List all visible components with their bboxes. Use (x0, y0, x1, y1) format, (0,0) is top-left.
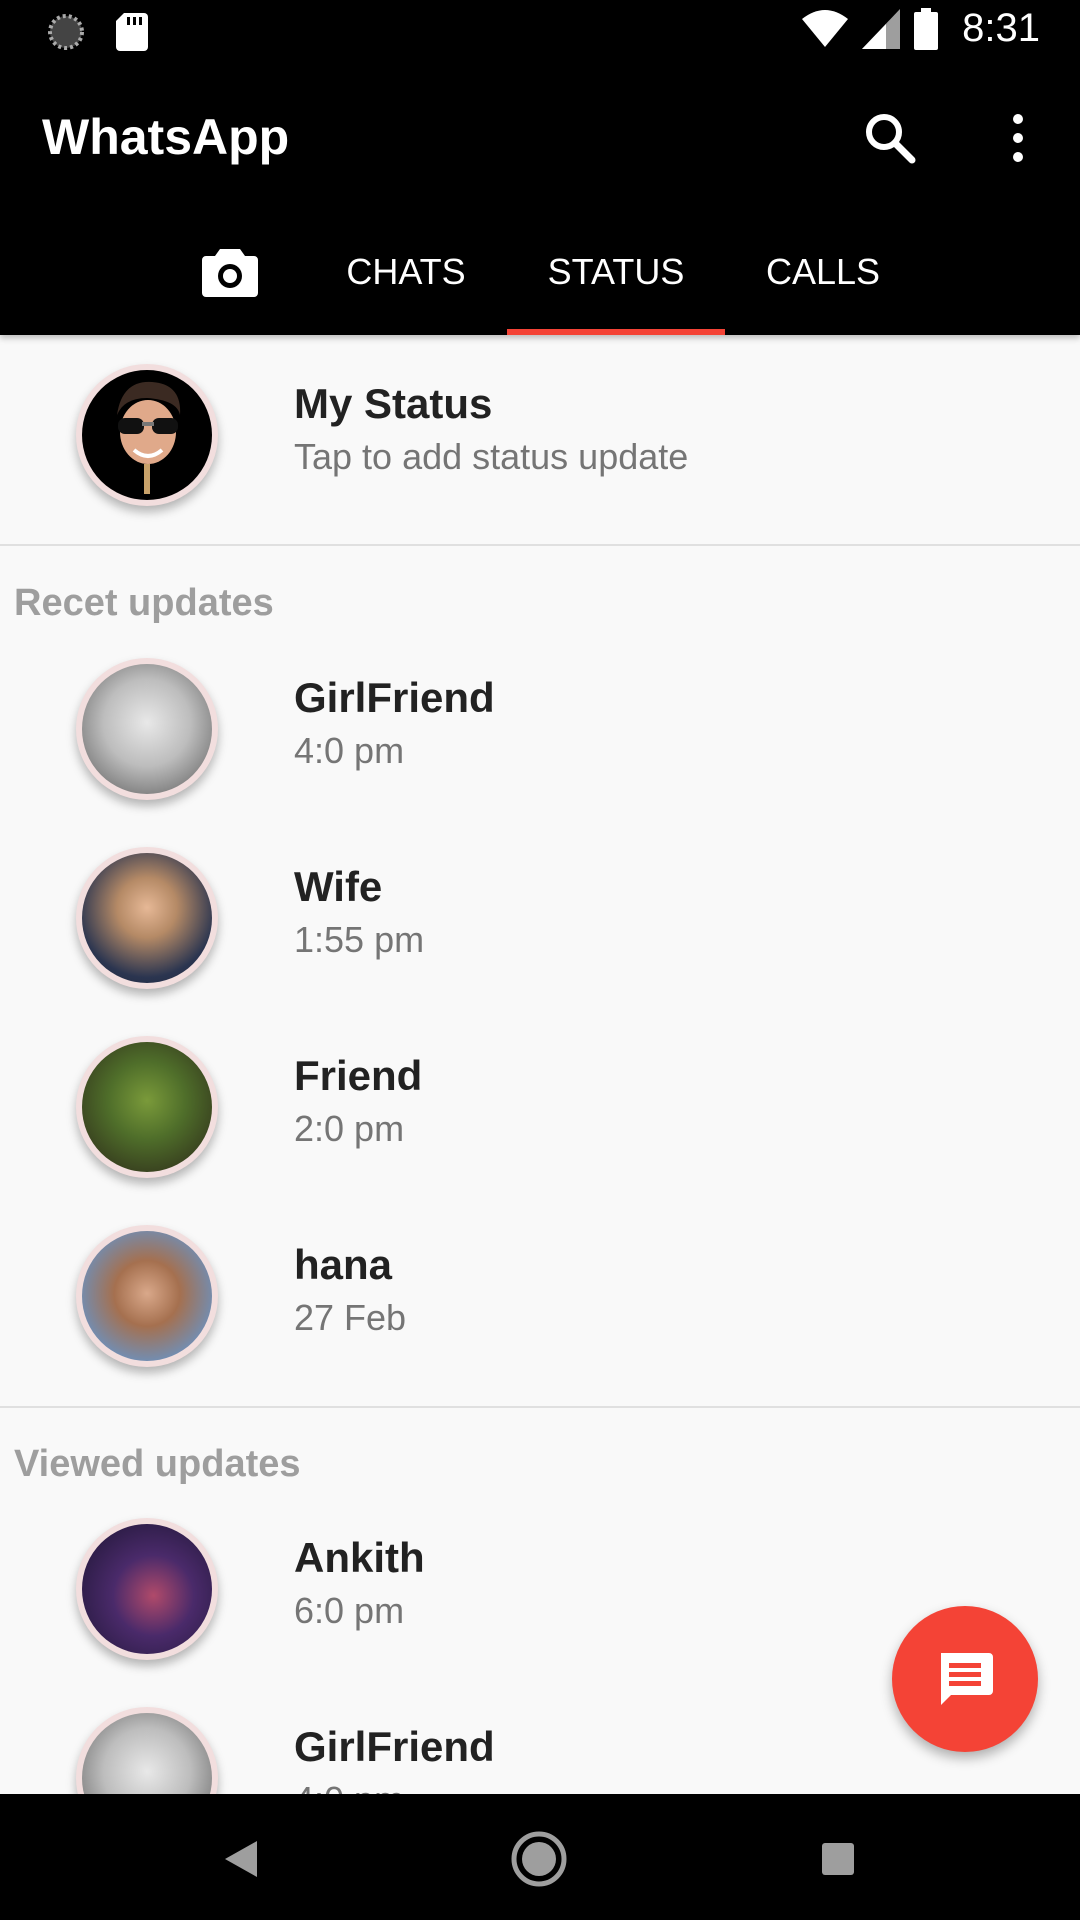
wifi-icon (802, 9, 849, 47)
contact-photo (82, 1231, 212, 1361)
avatar (76, 364, 218, 506)
cell-signal-icon (862, 8, 901, 49)
selected-tab-indicator (507, 329, 725, 335)
divider (0, 1406, 1080, 1408)
contact-name: GirlFriend (294, 1723, 495, 1770)
loading-icon (48, 14, 84, 50)
contact-name: hana (294, 1241, 393, 1288)
recents-icon (822, 1843, 854, 1875)
status-row[interactable]: Wife 1:55 pm (0, 823, 1080, 1003)
back-icon (225, 1841, 257, 1877)
battery-icon (914, 7, 939, 50)
my-status-title: My Status (294, 380, 493, 427)
divider (0, 544, 1080, 546)
contact-photo (82, 1042, 212, 1172)
avatar (76, 847, 218, 989)
status-bar: 8:31 (0, 0, 1080, 63)
contact-photo (82, 853, 212, 983)
search-button[interactable] (860, 108, 920, 168)
navigation-bar (0, 1794, 1080, 1920)
home-button[interactable] (504, 1824, 574, 1894)
my-status-row[interactable]: My Status Tap to add status update (0, 340, 1080, 520)
avatar (76, 1036, 218, 1178)
tab-calls[interactable]: CALLS (730, 209, 916, 335)
back-button[interactable] (206, 1824, 276, 1894)
contact-photo (82, 1524, 212, 1654)
app-title: WhatsApp (42, 109, 290, 165)
home-icon (511, 1831, 567, 1887)
app-bar: WhatsApp (0, 63, 1080, 209)
status-row[interactable]: GirlFriend 4:0 pm (0, 634, 1080, 814)
status-time: 27 Feb (294, 1297, 407, 1338)
contact-name: Friend (294, 1052, 423, 1099)
my-avatar-image (82, 370, 212, 500)
status-time: 2:0 pm (294, 1108, 405, 1149)
clock: 8:31 (962, 6, 1040, 50)
avatar (76, 1225, 218, 1367)
status-time: 6:0 pm (294, 1590, 405, 1631)
contact-name: GirlFriend (294, 674, 495, 721)
contact-name: Wife (294, 863, 383, 910)
recent-updates-header: Recet updates (14, 582, 274, 624)
tab-chats[interactable]: CHATS (312, 209, 500, 335)
contact-name: Ankith (294, 1534, 425, 1581)
status-time: 4:0 pm (294, 730, 405, 771)
avatar (76, 1518, 218, 1660)
tab-camera[interactable] (178, 209, 282, 335)
new-chat-fab[interactable] (892, 1606, 1038, 1752)
recents-button[interactable] (803, 1824, 873, 1894)
camera-icon (202, 249, 258, 297)
message-icon (941, 1653, 993, 1705)
viewed-updates-header: Viewed updates (14, 1443, 301, 1485)
status-row[interactable]: hana 27 Feb (0, 1201, 1080, 1381)
my-status-subtitle: Tap to add status update (294, 436, 689, 477)
tab-bar: CHATS STATUS CALLS (0, 209, 1080, 335)
status-row[interactable]: Friend 2:0 pm (0, 1012, 1080, 1192)
sd-card-icon (116, 13, 148, 51)
search-icon (866, 114, 916, 164)
more-options-button[interactable] (1000, 108, 1036, 168)
avatar (76, 658, 218, 800)
tab-status[interactable]: STATUS (507, 209, 725, 335)
more-vert-icon (1013, 114, 1023, 162)
status-time: 1:55 pm (294, 919, 425, 960)
contact-photo (82, 664, 212, 794)
